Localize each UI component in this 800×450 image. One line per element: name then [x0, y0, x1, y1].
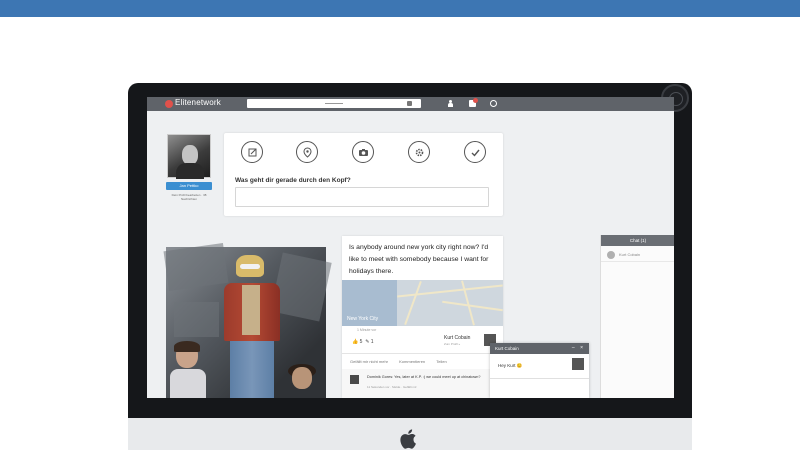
map-location-label: New York City — [347, 316, 379, 322]
comment-icon[interactable]: ✎ — [365, 339, 369, 345]
post-text: Is anybody around new york city right no… — [349, 244, 489, 275]
commenter-avatar[interactable] — [350, 375, 359, 384]
contact-avatar — [607, 251, 615, 259]
notification-badge — [473, 98, 478, 103]
photo-post-image[interactable] — [163, 243, 332, 398]
chat-title[interactable]: Chat (1) — [601, 235, 674, 246]
edit-icon[interactable] — [241, 141, 263, 163]
chat-window: Kurt Cobain – × Hey Kurt 😊 — [490, 343, 589, 398]
chat-window-name: Kurt Cobain — [495, 346, 519, 351]
share-button[interactable]: Teilen — [436, 359, 446, 364]
post-author[interactable]: Kurt Cobain — [444, 335, 470, 341]
status-input[interactable] — [235, 187, 489, 207]
chat-message-avatar — [572, 358, 584, 370]
comment-count: 1 — [370, 339, 374, 345]
post-author-link[interactable]: Zum Profil » — [444, 342, 460, 346]
post-divider — [342, 353, 503, 354]
comment-button[interactable]: Kommentieren — [399, 359, 425, 364]
chat-input-divider — [490, 378, 589, 379]
friends-icon[interactable] — [447, 100, 454, 107]
logo-icon — [165, 100, 173, 108]
post-actions: Gefällt mir nicht mehr Kommentieren Teil… — [350, 359, 457, 364]
check-icon[interactable] — [464, 141, 486, 163]
comment-text: Dominik Gores: Yes, later at K.P. :) we … — [367, 375, 481, 379]
chat-sidebar: Chat (1) Kurt Cobain — [600, 235, 674, 398]
screen: Elitenetwork Jan Pettko Dein Profil bear… — [147, 97, 674, 398]
top-navbar: Elitenetwork — [147, 97, 674, 111]
search-input[interactable] — [247, 99, 421, 108]
chat-contact[interactable]: Kurt Cobain — [601, 248, 674, 262]
top-accent-bar — [0, 0, 800, 17]
settings-icon[interactable] — [408, 141, 430, 163]
unlike-button[interactable]: Gefällt mir nicht mehr — [350, 359, 388, 364]
profile-subtitle: Dein Profil bearbeiten · 38 Nachrichten — [171, 193, 207, 201]
post-stats: 👍 5 ✎ 1 — [352, 339, 374, 345]
search-placeholder-line — [325, 103, 343, 104]
post-time: 1 Minute vor — [357, 328, 377, 332]
search-icon[interactable] — [407, 101, 412, 106]
post-map[interactable]: New York City — [342, 280, 503, 326]
chat-message: Hey Kurt 😊 — [498, 363, 523, 368]
camera-icon[interactable] — [352, 141, 374, 163]
comment-item: Dominik Gores: Yes, later at K.P. :) we … — [342, 369, 503, 398]
contact-name: Kurt Cobain — [619, 252, 641, 257]
profile-name-button[interactable]: Jan Pettko — [166, 182, 212, 190]
comment-meta: 11 Sekunden vor · Melde · Gefällt mir — [367, 385, 417, 389]
apple-logo-icon — [400, 429, 416, 449]
messages-icon[interactable] — [469, 98, 478, 107]
like-icon[interactable]: 👍 — [352, 339, 358, 345]
app-logo[interactable]: Elitenetwork — [175, 98, 221, 107]
chat-window-header[interactable]: Kurt Cobain – × — [490, 343, 589, 354]
chat-window-controls[interactable]: – × — [572, 345, 585, 351]
feed-post: Is anybody around new york city right no… — [342, 236, 503, 398]
globe-icon[interactable] — [490, 100, 497, 107]
status-question: Was geht dir gerade durch den Kopf? — [235, 177, 351, 184]
status-composer: Was geht dir gerade durch den Kopf? — [224, 133, 503, 216]
profile-avatar[interactable] — [167, 134, 211, 179]
location-icon[interactable] — [296, 141, 318, 163]
like-count: 5 — [359, 339, 363, 345]
